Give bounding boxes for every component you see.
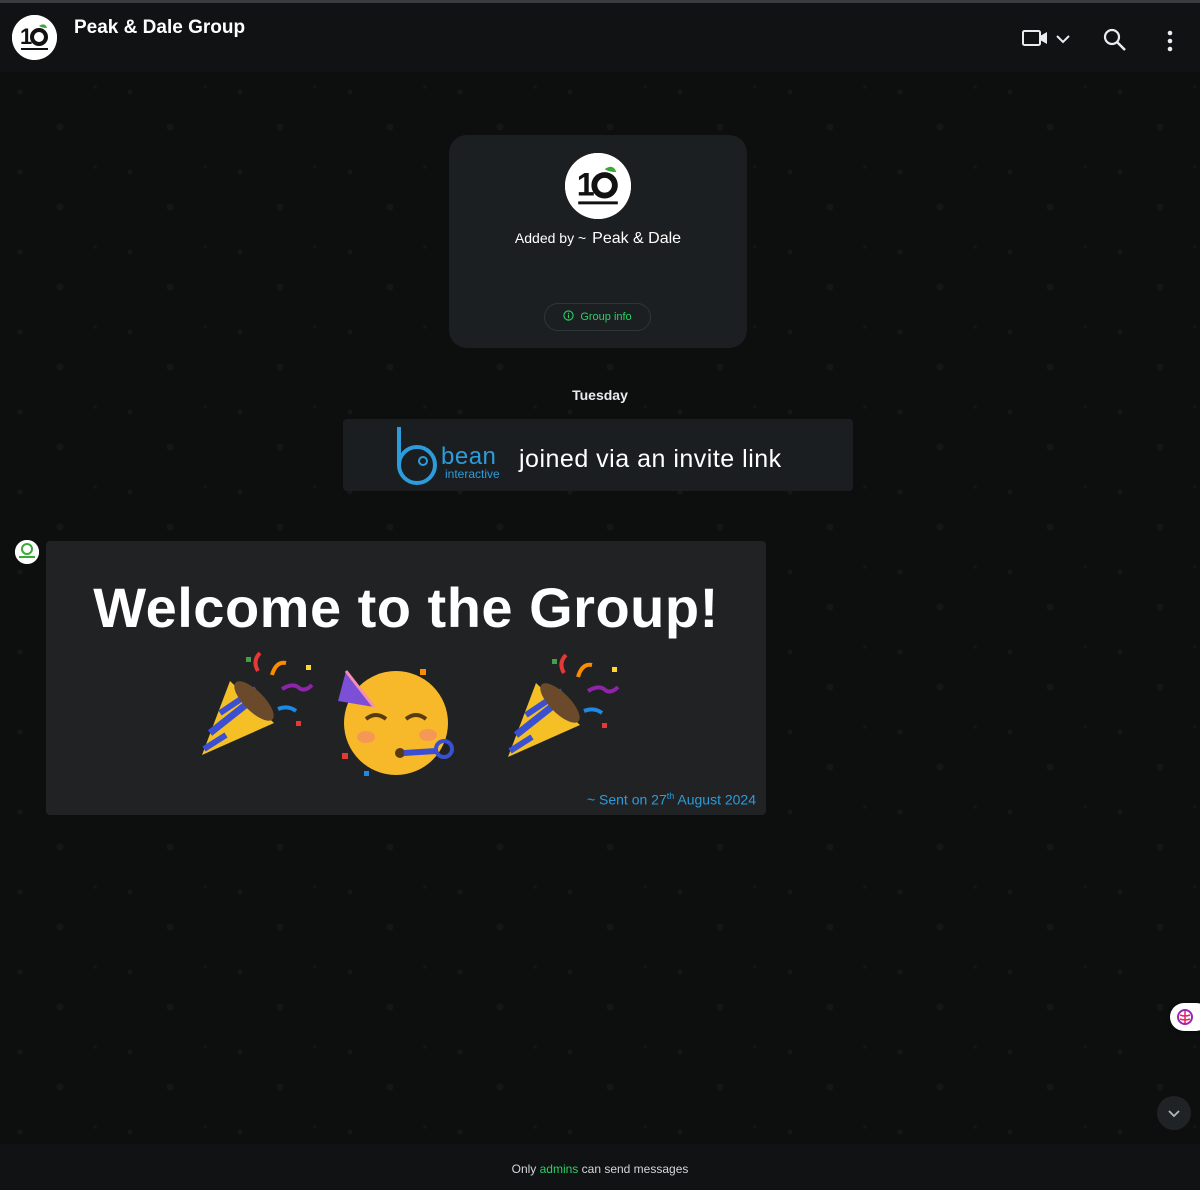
sent-suffix: August 2024 [674, 791, 756, 808]
admins-link[interactable]: admins [540, 1162, 579, 1176]
sent-date: ~ Sent on 27th August 2024 [587, 791, 756, 808]
bean-interactive-logo-icon [393, 425, 443, 492]
admins-only-footer: Only admins can send messages [0, 1144, 1200, 1190]
sender-avatar[interactable] [15, 540, 39, 564]
group-avatar[interactable]: 1 [12, 15, 57, 60]
party-popper-icon [502, 653, 632, 768]
added-by-text: Added by ~ Peak & Dale [449, 230, 747, 248]
search-icon[interactable] [1103, 28, 1127, 57]
info-icon [563, 310, 574, 324]
more-vert-icon[interactable] [1165, 30, 1175, 57]
system-message: bean interactive joined via an invite li… [343, 419, 853, 491]
footer-suffix: can send messages [578, 1162, 689, 1176]
joined-text: joined via an invite link [519, 445, 782, 473]
sent-prefix: ~ Sent on 27 [586, 791, 667, 808]
group-intro-card: 1 Added by ~ Peak & Dale Group info [449, 135, 747, 348]
welcome-message-bubble[interactable]: Welcome to the Group! ~ Sent on 27th Aug… [46, 541, 766, 815]
chat-header: 1 Peak & Dale Group [0, 3, 1200, 72]
date-divider: Tuesday [572, 387, 628, 403]
partying-face-icon [336, 661, 466, 786]
sender-logo-icon [15, 540, 39, 564]
welcome-title: Welcome to the Group! [93, 576, 719, 639]
chevron-down-icon[interactable] [1055, 32, 1071, 50]
extension-side-button[interactable] [1170, 1003, 1200, 1031]
added-by-prefix: Added by ~ [514, 230, 587, 246]
party-popper-icon [196, 651, 326, 766]
group-logo-icon: 1 [565, 153, 631, 219]
group-info-button[interactable]: Group info [544, 303, 651, 331]
chat-title[interactable]: Peak & Dale Group [74, 17, 245, 39]
group-info-label: Group info [580, 311, 632, 323]
added-by-name[interactable]: Peak & Dale [592, 230, 681, 247]
group-logo-icon: 1 [12, 15, 57, 60]
brain-icon [1177, 1009, 1193, 1025]
video-call-icon[interactable] [1022, 27, 1048, 54]
intro-group-avatar: 1 [565, 153, 631, 219]
scroll-down-button[interactable] [1157, 1096, 1191, 1130]
chevron-down-icon [1168, 1110, 1180, 1118]
footer-prefix: Only [511, 1162, 540, 1176]
brand-sub: interactive [445, 467, 500, 481]
